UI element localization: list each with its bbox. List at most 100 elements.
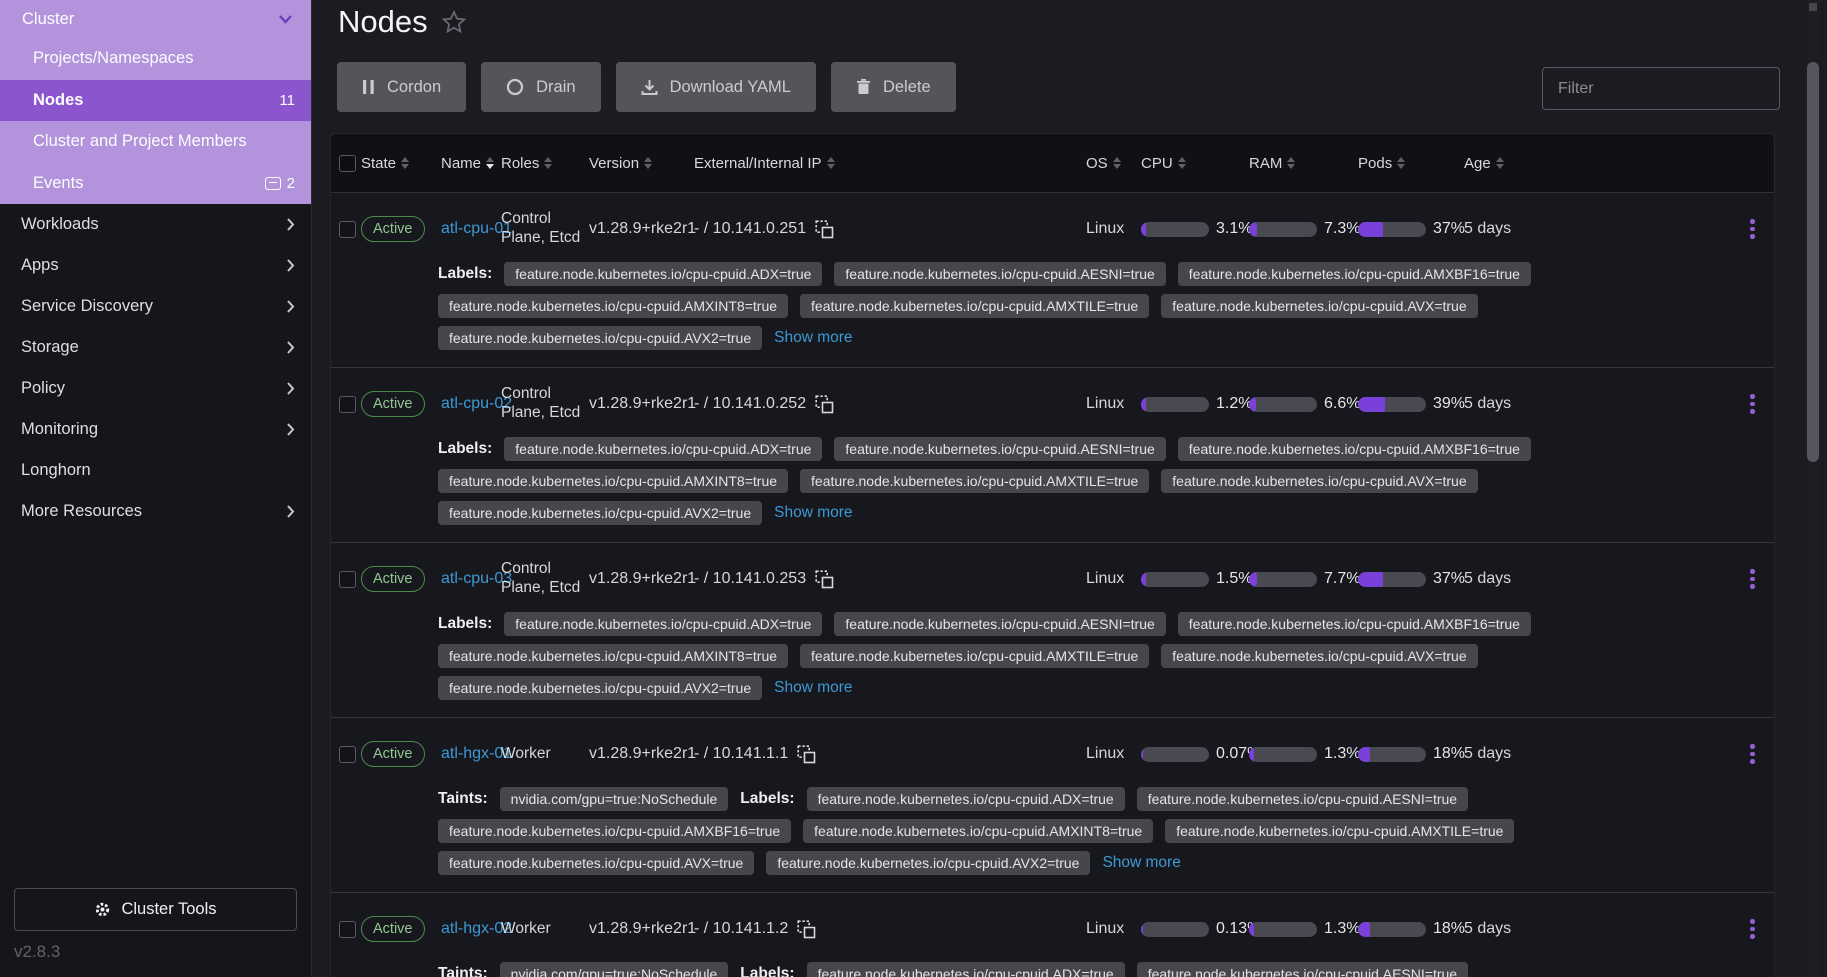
cpu-usage-bar	[1141, 922, 1209, 937]
chevron-right-icon	[286, 340, 295, 355]
events-icon	[265, 177, 281, 190]
sidebar-item-longhorn[interactable]: Longhorn	[0, 450, 311, 491]
show-more-link[interactable]: Show more	[774, 504, 852, 522]
show-more-link[interactable]: Show more	[1102, 854, 1180, 872]
cpu-usage-bar	[1141, 747, 1209, 762]
sidebar-item-monitoring[interactable]: Monitoring	[0, 409, 311, 450]
sidebar-item-service-discovery[interactable]: Service Discovery	[0, 286, 311, 327]
row-actions-menu-icon[interactable]	[1746, 740, 1759, 768]
row-actions-menu-icon[interactable]	[1746, 915, 1759, 943]
row-checkbox[interactable]	[339, 221, 356, 238]
table-row: Active atl-cpu-03 Control Plane, Etcd v1…	[331, 542, 1774, 717]
show-more-link[interactable]: Show more	[774, 679, 852, 697]
tag-prefix: Labels:	[740, 965, 794, 977]
chevron-right-icon	[286, 217, 295, 232]
sidebar-item-workloads[interactable]: Workloads	[0, 204, 311, 245]
node-version: v1.28.9+rke2r1	[589, 920, 694, 938]
select-all-checkbox[interactable]	[339, 155, 356, 172]
sidebar-group-cluster[interactable]: Cluster	[0, 0, 311, 38]
scrollbar-thumb[interactable]	[1807, 62, 1819, 462]
label-badge: feature.node.kubernetes.io/cpu-cpuid.ADX…	[504, 262, 822, 286]
filter-input[interactable]	[1542, 67, 1780, 110]
label-badge: feature.node.kubernetes.io/cpu-cpuid.AES…	[1137, 962, 1468, 977]
copy-icon[interactable]	[815, 220, 834, 239]
cluster-tools-button[interactable]: Cluster Tools	[14, 888, 297, 931]
ram-usage-bar	[1249, 572, 1317, 587]
sidebar-item-events[interactable]: Events 2	[0, 163, 311, 205]
row-checkbox[interactable]	[339, 571, 356, 588]
table-row: Active atl-cpu-02 Control Plane, Etcd v1…	[331, 367, 1774, 542]
label-badge: feature.node.kubernetes.io/cpu-cpuid.AMX…	[1178, 262, 1531, 286]
sidebar-item-nodes[interactable]: Nodes 11	[0, 80, 311, 122]
label-badge: feature.node.kubernetes.io/cpu-cpuid.AES…	[834, 612, 1165, 636]
app-version: v2.8.3	[14, 942, 60, 962]
row-actions-menu-icon[interactable]	[1746, 390, 1759, 418]
status-badge: Active	[361, 916, 425, 942]
row-checkbox[interactable]	[339, 921, 356, 938]
label-badge: feature.node.kubernetes.io/cpu-cpuid.AVX…	[1161, 469, 1477, 493]
sort-carets-icon	[1178, 157, 1186, 169]
cpu-usage: 0.07%	[1141, 745, 1249, 763]
copy-icon[interactable]	[797, 920, 816, 939]
show-more-link[interactable]: Show more	[774, 329, 852, 347]
scrollbar[interactable]	[1806, 0, 1820, 977]
node-roles: Worker	[501, 920, 589, 939]
download-yaml-button[interactable]: Download YAML	[616, 62, 816, 112]
column-header-cpu[interactable]: CPU	[1141, 155, 1249, 172]
pods-usage-bar	[1358, 922, 1426, 937]
copy-icon[interactable]	[815, 395, 834, 414]
ram-usage-bar	[1249, 922, 1317, 937]
sidebar-item-more-resources[interactable]: More Resources	[0, 491, 311, 532]
table-row: Active atl-cpu-01 Control Plane, Etcd v1…	[331, 193, 1774, 367]
column-header-state[interactable]: State	[361, 155, 441, 172]
column-header-external-internal-ip[interactable]: External/Internal IP	[694, 155, 1086, 172]
node-version: v1.28.9+rke2r1	[589, 745, 694, 763]
sidebar-item-apps[interactable]: Apps	[0, 245, 311, 286]
node-ip: - / 10.141.1.2	[694, 920, 1086, 939]
page-title-row: Nodes	[338, 4, 467, 40]
sidebar-item-policy[interactable]: Policy	[0, 368, 311, 409]
column-header-age[interactable]: Age	[1464, 155, 1730, 172]
node-os: Linux	[1086, 920, 1141, 938]
column-header-roles[interactable]: Roles	[501, 155, 589, 172]
table-row: Active atl-hgx-02 Worker v1.28.9+rke2r1 …	[331, 892, 1774, 977]
row-actions-menu-icon[interactable]	[1746, 565, 1759, 593]
column-header-os[interactable]: OS	[1086, 155, 1141, 172]
cordon-button[interactable]: Cordon	[337, 62, 466, 112]
column-header-pods[interactable]: Pods	[1358, 155, 1464, 172]
delete-button[interactable]: Delete	[831, 62, 956, 112]
column-header-version[interactable]: Version	[589, 155, 694, 172]
main-content: Nodes Cordon Drain Download YAML Delete …	[313, 0, 1827, 977]
node-roles: Worker	[501, 745, 589, 764]
pods-usage-bar	[1358, 572, 1426, 587]
row-actions-menu-icon[interactable]	[1746, 215, 1759, 243]
scrollbar-up-arrow[interactable]	[1809, 3, 1817, 11]
row-checkbox[interactable]	[339, 746, 356, 763]
label-badge: feature.node.kubernetes.io/cpu-cpuid.AVX…	[1161, 294, 1477, 318]
sidebar-item-cluster-and-project-members[interactable]: Cluster and Project Members	[0, 121, 311, 163]
sort-carets-icon	[1397, 157, 1405, 169]
sidebar-item-storage[interactable]: Storage	[0, 327, 311, 368]
tag-prefix: Labels:	[740, 790, 794, 808]
star-icon[interactable]	[441, 9, 467, 35]
row-checkbox[interactable]	[339, 396, 356, 413]
label-badge: feature.node.kubernetes.io/cpu-cpuid.AMX…	[800, 469, 1149, 493]
copy-icon[interactable]	[815, 570, 834, 589]
cpu-usage: 1.2%	[1141, 395, 1249, 413]
count-badge: 2	[287, 175, 295, 192]
label-badge: feature.node.kubernetes.io/cpu-cpuid.ADX…	[504, 612, 822, 636]
label-badge: feature.node.kubernetes.io/cpu-cpuid.AVX…	[438, 676, 762, 700]
ram-usage-bar	[1249, 747, 1317, 762]
copy-icon[interactable]	[797, 745, 816, 764]
ram-usage: 7.3%	[1249, 220, 1358, 238]
tag-prefix: Labels:	[438, 265, 492, 283]
drain-button[interactable]: Drain	[481, 62, 600, 112]
label-badge: nvidia.com/gpu=true:NoSchedule	[500, 962, 729, 977]
column-header-name[interactable]: Name	[441, 155, 501, 172]
pods-usage: 18%	[1358, 920, 1464, 938]
sidebar-item-projects-namespaces[interactable]: Projects/Namespaces	[0, 38, 311, 80]
column-header-ram[interactable]: RAM	[1249, 155, 1358, 172]
chevron-right-icon	[286, 381, 295, 396]
pods-usage: 37%	[1358, 220, 1464, 238]
sort-carets-icon	[544, 157, 552, 169]
